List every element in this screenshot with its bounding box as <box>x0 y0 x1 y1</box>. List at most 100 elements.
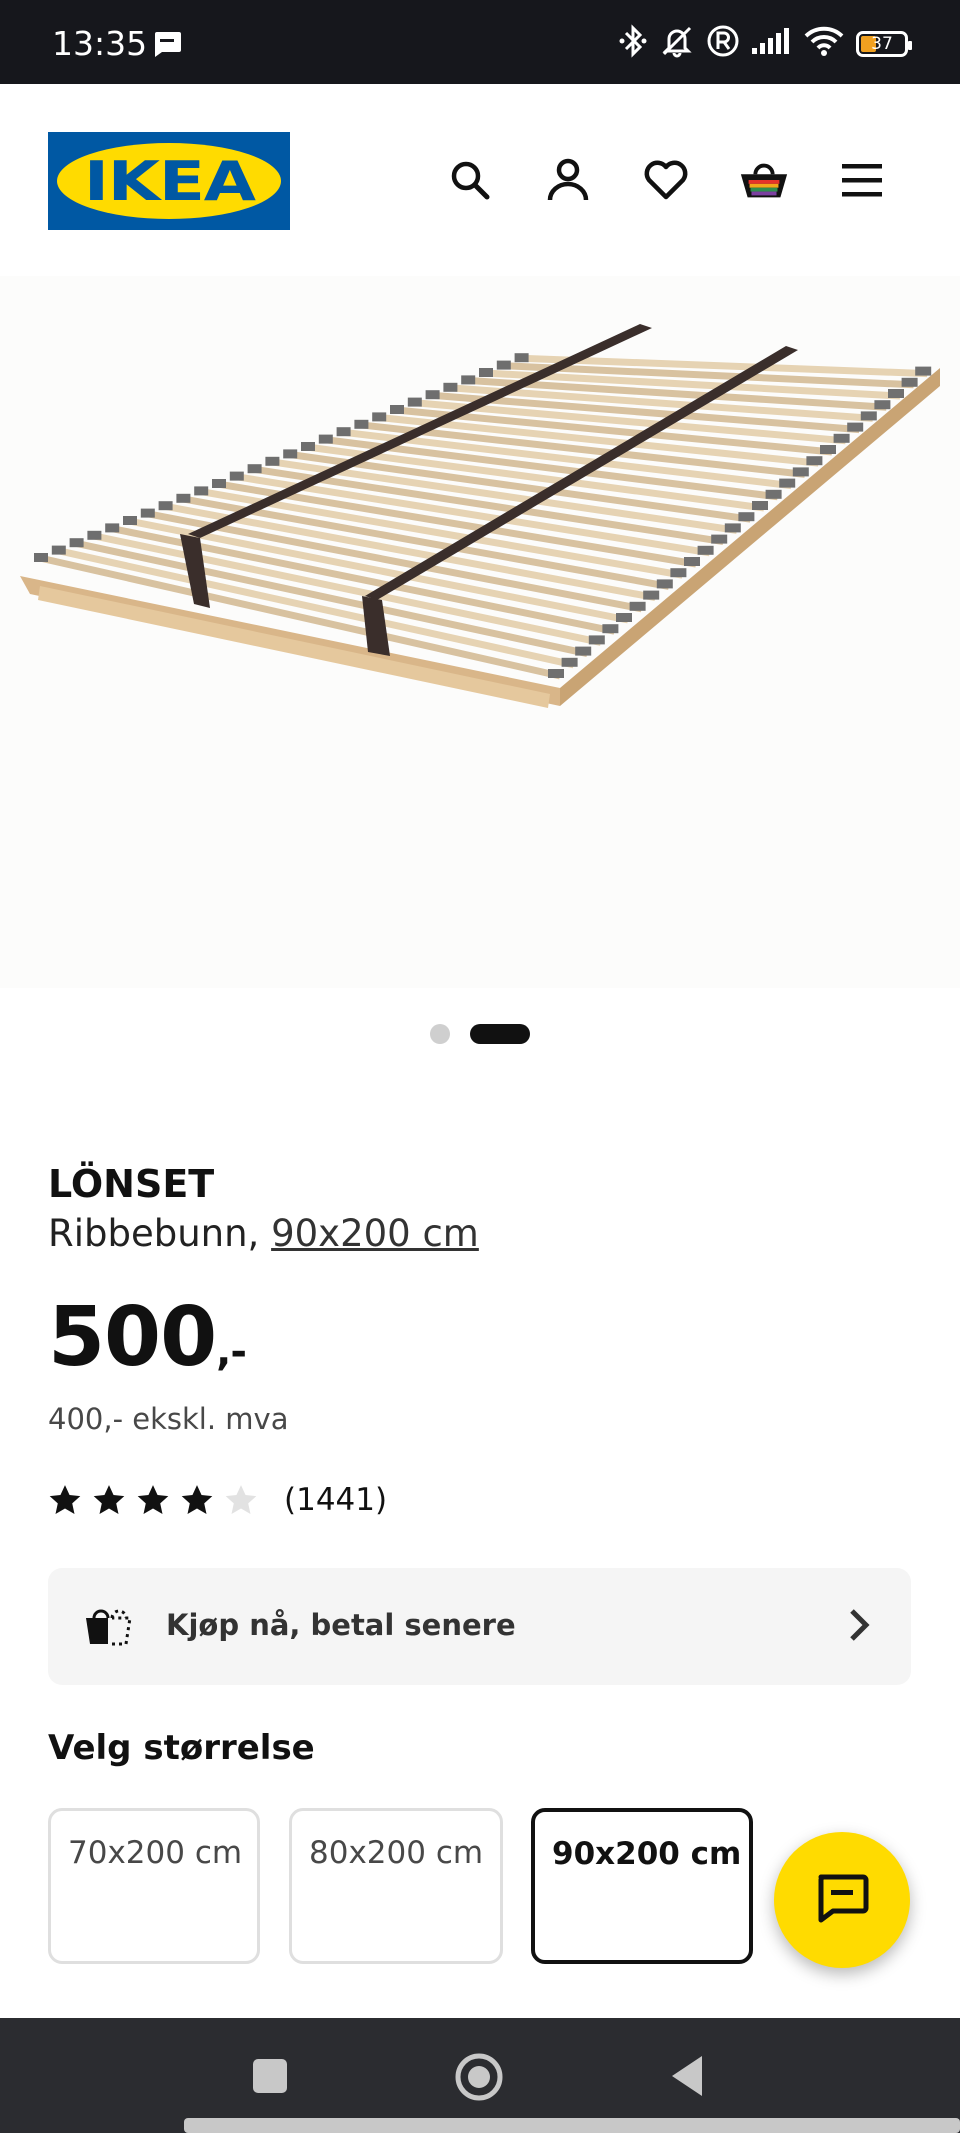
slat-holder <box>847 422 864 432</box>
installment-icon <box>82 1604 134 1653</box>
product-price: 500,- <box>48 1290 247 1385</box>
star-filled-icon <box>137 1485 169 1515</box>
slat-holder <box>301 442 315 451</box>
slat-holder <box>514 353 529 363</box>
size-option-label: 80x200 cm <box>309 1835 484 1871</box>
slat-holder <box>123 516 137 525</box>
pagination-dot-2-active[interactable] <box>470 1024 530 1044</box>
slat-holder <box>461 375 476 385</box>
slat-holder <box>336 427 351 437</box>
slat-holder <box>561 657 578 667</box>
status-icons: 37 <box>618 24 912 63</box>
home-circle-icon[interactable] <box>454 2052 504 2107</box>
slat-holder <box>354 419 369 429</box>
slat-holder <box>901 377 918 387</box>
slat-holder <box>616 613 632 622</box>
slat-holder <box>697 545 714 555</box>
chevron-right-icon <box>847 1606 871 1649</box>
system-nav-bar <box>0 2018 960 2133</box>
slat-holder <box>738 512 755 522</box>
slat-holder <box>372 412 387 422</box>
price-ex-vat: 400,- ekskl. mva <box>48 1402 289 1436</box>
size-option-80x200[interactable]: 80x200 cm <box>289 1808 503 1964</box>
slat-holder <box>318 434 333 444</box>
product-image[interactable] <box>0 276 960 988</box>
slat-holder <box>69 538 84 548</box>
slat-holder <box>860 411 877 421</box>
account-icon[interactable] <box>542 154 594 206</box>
chat-button[interactable] <box>774 1832 910 1968</box>
star-filled-icon <box>49 1485 81 1515</box>
slat-holder <box>629 601 646 611</box>
slat-holder <box>656 579 673 589</box>
product-rating[interactable]: (1441) <box>48 1482 387 1518</box>
slat-holder <box>833 433 850 443</box>
slat-holder <box>588 635 605 645</box>
star-filled-icon <box>181 1485 213 1515</box>
slat-holder <box>765 489 782 499</box>
slatted-bed-base-image <box>20 324 940 708</box>
ikea-logo[interactable]: IKEA <box>48 132 290 230</box>
buy-now-pay-later-button[interactable]: Kjøp nå, betal senere <box>48 1568 911 1685</box>
product-size-link[interactable]: 90x200 cm <box>271 1212 479 1255</box>
slat-holder <box>496 360 511 370</box>
battery-level: 37 <box>871 33 893 54</box>
status-time: 13:35 <box>52 24 148 63</box>
slat-holder <box>51 545 66 555</box>
message-icon <box>152 30 182 63</box>
slat-holder <box>479 368 493 377</box>
slat-holder <box>229 471 244 481</box>
menu-icon[interactable] <box>836 154 888 206</box>
logo-text: IKEA <box>83 149 256 213</box>
slat-holder <box>212 479 226 488</box>
signal-icon <box>752 26 792 61</box>
slat-holder <box>105 523 120 533</box>
battery-icon: 37 <box>856 30 912 57</box>
slat-holder <box>87 530 102 540</box>
gesture-handle[interactable] <box>184 2118 960 2133</box>
bluetooth-icon <box>618 24 648 63</box>
slat-holder <box>915 366 932 376</box>
slat-holder <box>792 467 809 477</box>
product-type: Ribbebunn, <box>48 1212 260 1255</box>
product-name: LÖNSET <box>48 1162 215 1206</box>
slat-holder <box>407 397 422 407</box>
price-value: 500 <box>48 1290 217 1385</box>
pagination-dot-1[interactable] <box>430 1024 450 1044</box>
heart-icon[interactable] <box>640 154 692 206</box>
recents-square-icon[interactable] <box>252 2058 288 2099</box>
back-triangle-icon[interactable] <box>668 2054 706 2103</box>
slat-holder <box>575 646 592 656</box>
slat-holder <box>443 382 458 392</box>
slat-holder <box>752 501 768 510</box>
search-icon[interactable] <box>444 154 496 206</box>
slat-holder <box>176 493 191 503</box>
bnpl-label: Kjøp nå, betal senere <box>166 1608 516 1642</box>
slat-holder <box>602 624 619 634</box>
slat-holder <box>34 553 48 562</box>
price-suffix: ,- <box>216 1329 247 1375</box>
star-filled-icon <box>93 1485 125 1515</box>
slat-holder <box>888 389 904 398</box>
slat-holder <box>265 456 280 466</box>
slat-holder <box>548 669 564 678</box>
slat-holder <box>724 523 741 533</box>
slat-holder <box>158 501 173 511</box>
slat-holder <box>806 456 823 466</box>
slat-holder <box>820 445 836 454</box>
slat-holder <box>283 449 298 459</box>
cart-icon[interactable] <box>738 154 790 206</box>
slat-holder <box>874 400 891 410</box>
slat-holder <box>779 478 796 488</box>
registered-icon <box>706 24 740 63</box>
size-selector-heading: Velg størrelse <box>48 1728 315 1768</box>
bell-off-icon <box>660 24 694 63</box>
star-empty-icon <box>225 1485 257 1515</box>
size-option-90x200-selected[interactable]: 90x200 cm <box>531 1808 753 1964</box>
rating-count: (1441) <box>284 1482 388 1518</box>
slat-holder <box>390 405 404 414</box>
product-description: Ribbebunn, 90x200 cm <box>48 1212 479 1255</box>
slat-holder <box>425 390 440 400</box>
status-bar: 13:35 37 <box>0 0 960 84</box>
size-option-70x200[interactable]: 70x200 cm <box>48 1808 260 1964</box>
